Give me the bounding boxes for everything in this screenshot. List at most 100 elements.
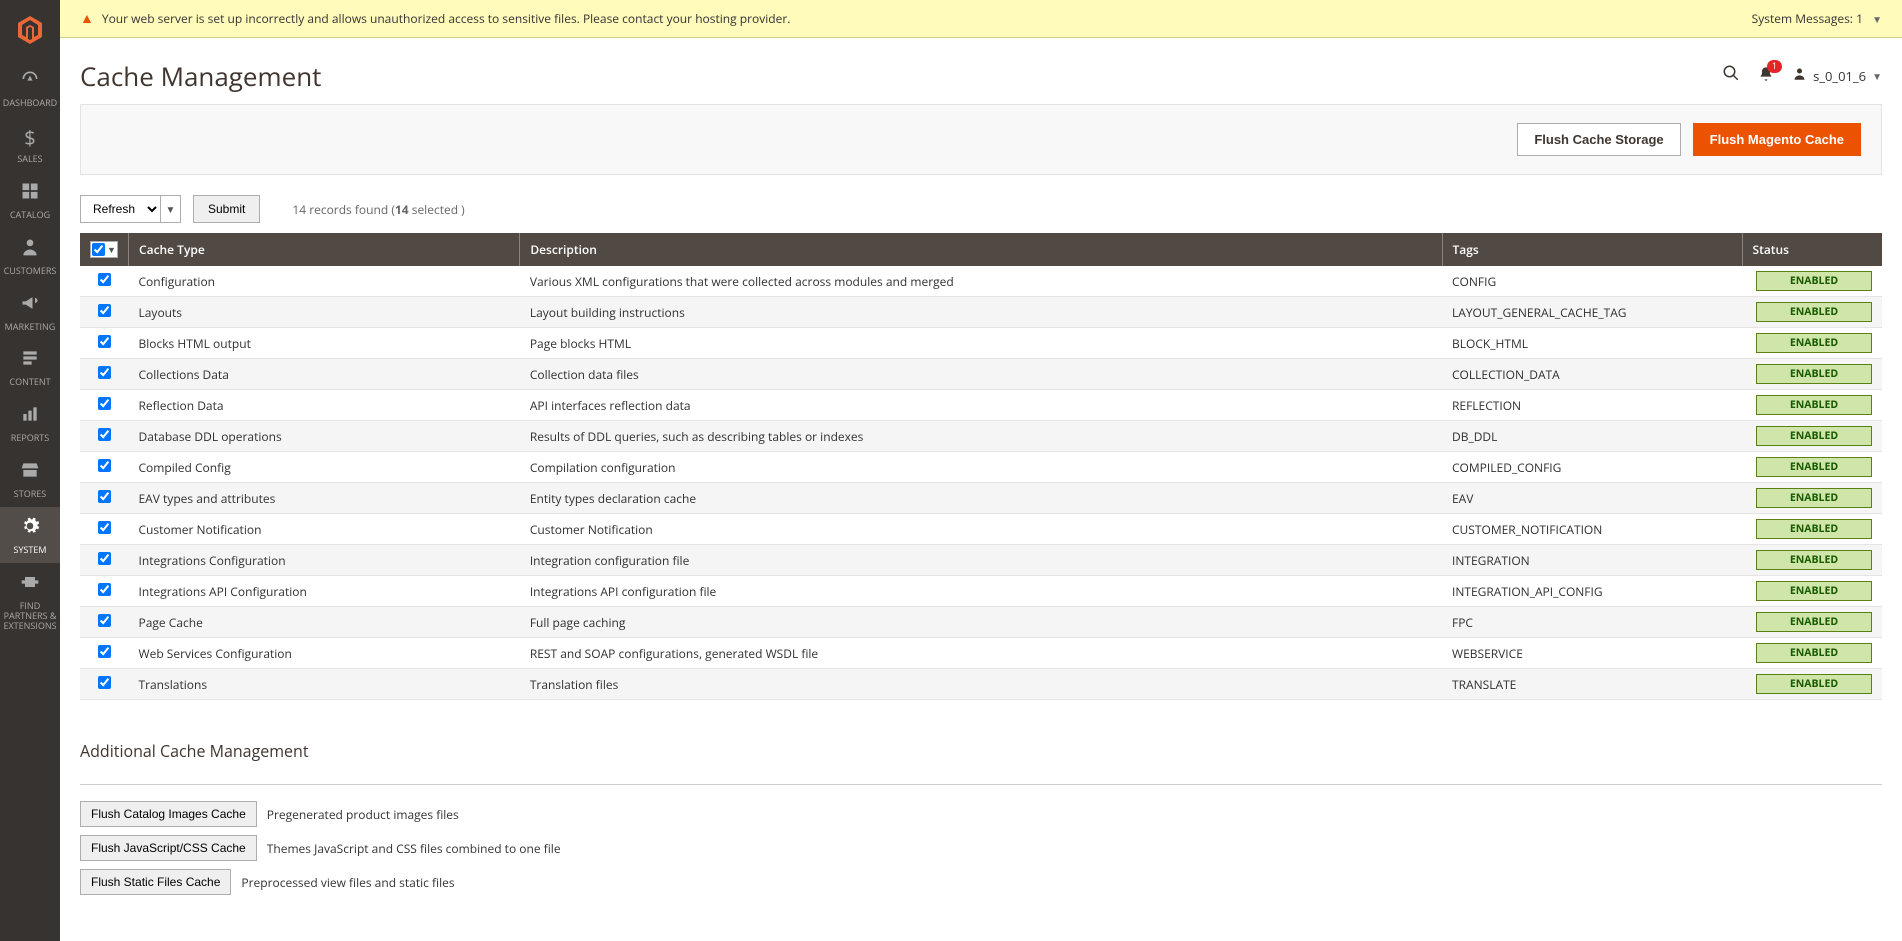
flush-additional-button[interactable]: Flush Static Files Cache (80, 869, 231, 895)
cell-tags: EAV (1442, 483, 1742, 514)
cell-cache-type: Page Cache (129, 607, 520, 638)
cell-description: API interfaces reflection data (520, 390, 1442, 421)
flush-additional-button[interactable]: Flush JavaScript/CSS Cache (80, 835, 257, 861)
sidebar-item-label: CATALOG (10, 210, 50, 220)
col-header-status[interactable]: Status (1742, 233, 1882, 266)
cell-tags: WEBSERVICE (1442, 638, 1742, 669)
cell-tags: COMPILED_CONFIG (1442, 452, 1742, 483)
cell-tags: DB_DDL (1442, 421, 1742, 452)
sidebar-item-stores[interactable]: STORES (0, 451, 60, 507)
notifications-button[interactable]: 1 (1758, 65, 1774, 87)
chevron-down-icon: ▼ (1872, 12, 1882, 26)
table-row: Collections DataCollection data filesCOL… (80, 359, 1882, 390)
additional-desc: Themes JavaScript and CSS files combined… (267, 840, 561, 857)
user-name: s_0_01_6 (1813, 67, 1866, 85)
submit-button[interactable]: Submit (193, 195, 260, 223)
partners-icon (20, 571, 40, 598)
additional-desc: Preprocessed view files and static files (241, 874, 454, 891)
mass-action-select[interactable]: Refresh (80, 195, 161, 223)
table-row: Blocks HTML outputPage blocks HTMLBLOCK_… (80, 328, 1882, 359)
action-bar: Flush Cache Storage Flush Magento Cache (80, 104, 1882, 175)
col-header-cache-type[interactable]: Cache Type (129, 233, 520, 266)
stores-icon (20, 459, 40, 486)
cell-tags: COLLECTION_DATA (1442, 359, 1742, 390)
sidebar-item-content[interactable]: CONTENT (0, 339, 60, 395)
cell-description: REST and SOAP configurations, generated … (520, 638, 1442, 669)
sidebar-item-catalog[interactable]: CATALOG (0, 172, 60, 228)
status-badge: ENABLED (1756, 519, 1872, 539)
system-message-text: Your web server is set up incorrectly an… (102, 10, 791, 27)
cell-description: Customer Notification (520, 514, 1442, 545)
col-header-tags[interactable]: Tags (1442, 233, 1742, 266)
cell-cache-type: Blocks HTML output (129, 328, 520, 359)
sidebar-item-reports[interactable]: REPORTS (0, 395, 60, 451)
cell-cache-type: Compiled Config (129, 452, 520, 483)
sidebar-item-label: CONTENT (9, 377, 50, 387)
row-checkbox[interactable] (98, 428, 111, 441)
notification-badge: 1 (1767, 60, 1782, 73)
cell-description: Various XML configurations that were col… (520, 266, 1442, 297)
cell-description: Page blocks HTML (520, 328, 1442, 359)
cell-cache-type: Collections Data (129, 359, 520, 390)
row-checkbox[interactable] (98, 583, 111, 596)
row-checkbox[interactable] (98, 273, 111, 286)
additional-row: Flush JavaScript/CSS Cache Themes JavaScr… (80, 835, 1882, 861)
grid-controls: Refresh ▼ Submit 14 records found (14 se… (80, 195, 1882, 223)
sidebar-item-label: SYSTEM (14, 545, 47, 555)
row-checkbox[interactable] (98, 490, 111, 503)
user-menu[interactable]: s_0_01_6 ▼ (1792, 66, 1882, 86)
status-badge: ENABLED (1756, 643, 1872, 663)
cell-tags: TRANSLATE (1442, 669, 1742, 700)
sidebar-item-dollar[interactable]: $SALES (0, 116, 60, 172)
system-messages-toggle[interactable]: System Messages: 1 ▼ (1752, 10, 1882, 27)
cell-cache-type: Integrations Configuration (129, 545, 520, 576)
status-badge: ENABLED (1756, 550, 1872, 570)
row-checkbox[interactable] (98, 552, 111, 565)
sidebar-item-person[interactable]: CUSTOMERS (0, 228, 60, 284)
page-header: Cache Management 1 s_0_01_6 ▼ (60, 38, 1902, 104)
row-checkbox[interactable] (98, 397, 111, 410)
select-all-checkbox[interactable] (92, 243, 105, 256)
select-all-toggle[interactable]: ▼ (90, 241, 118, 258)
chevron-down-icon: ▼ (107, 243, 116, 256)
magento-logo[interactable] (0, 0, 60, 60)
sidebar-item-label: CUSTOMERS (4, 266, 57, 276)
sidebar-item-label: DASHBOARD (3, 98, 57, 108)
row-checkbox[interactable] (98, 676, 111, 689)
col-header-description[interactable]: Description (520, 233, 1442, 266)
sidebar-item-label: MARKETING (5, 322, 56, 332)
row-checkbox[interactable] (98, 521, 111, 534)
page-title: Cache Management (80, 58, 321, 94)
cell-tags: INTEGRATION (1442, 545, 1742, 576)
mass-action-dropdown-toggle[interactable]: ▼ (161, 195, 181, 223)
cell-tags: INTEGRATION_API_CONFIG (1442, 576, 1742, 607)
table-row: Customer NotificationCustomer Notificati… (80, 514, 1882, 545)
table-row: Integrations ConfigurationIntegration co… (80, 545, 1882, 576)
sidebar-item-dashboard[interactable]: DASHBOARD (0, 60, 60, 116)
table-row: Integrations API ConfigurationIntegratio… (80, 576, 1882, 607)
cell-tags: FPC (1442, 607, 1742, 638)
cell-tags: CONFIG (1442, 266, 1742, 297)
table-row: Reflection DataAPI interfaces reflection… (80, 390, 1882, 421)
flush-additional-button[interactable]: Flush Catalog Images Cache (80, 801, 257, 827)
sidebar-item-label: REPORTS (11, 433, 49, 443)
row-checkbox[interactable] (98, 459, 111, 472)
cell-description: Collection data files (520, 359, 1442, 390)
content-icon (20, 347, 40, 374)
row-checkbox[interactable] (98, 645, 111, 658)
additional-row: Flush Static Files Cache Preprocessed vie… (80, 869, 1882, 895)
flush-magento-cache-button[interactable]: Flush Magento Cache (1693, 123, 1861, 156)
flush-cache-storage-button[interactable]: Flush Cache Storage (1517, 123, 1680, 156)
search-icon[interactable] (1722, 64, 1740, 88)
status-badge: ENABLED (1756, 488, 1872, 508)
row-checkbox[interactable] (98, 614, 111, 627)
sidebar-item-gear[interactable]: SYSTEM (0, 507, 60, 563)
cell-cache-type: Web Services Configuration (129, 638, 520, 669)
warning-icon: ▲ (80, 9, 94, 28)
sidebar-item-megaphone[interactable]: MARKETING (0, 284, 60, 340)
sidebar-item-partners[interactable]: FIND PARTNERS & EXTENSIONS (0, 563, 60, 639)
row-checkbox[interactable] (98, 304, 111, 317)
row-checkbox[interactable] (98, 366, 111, 379)
status-badge: ENABLED (1756, 612, 1872, 632)
row-checkbox[interactable] (98, 335, 111, 348)
